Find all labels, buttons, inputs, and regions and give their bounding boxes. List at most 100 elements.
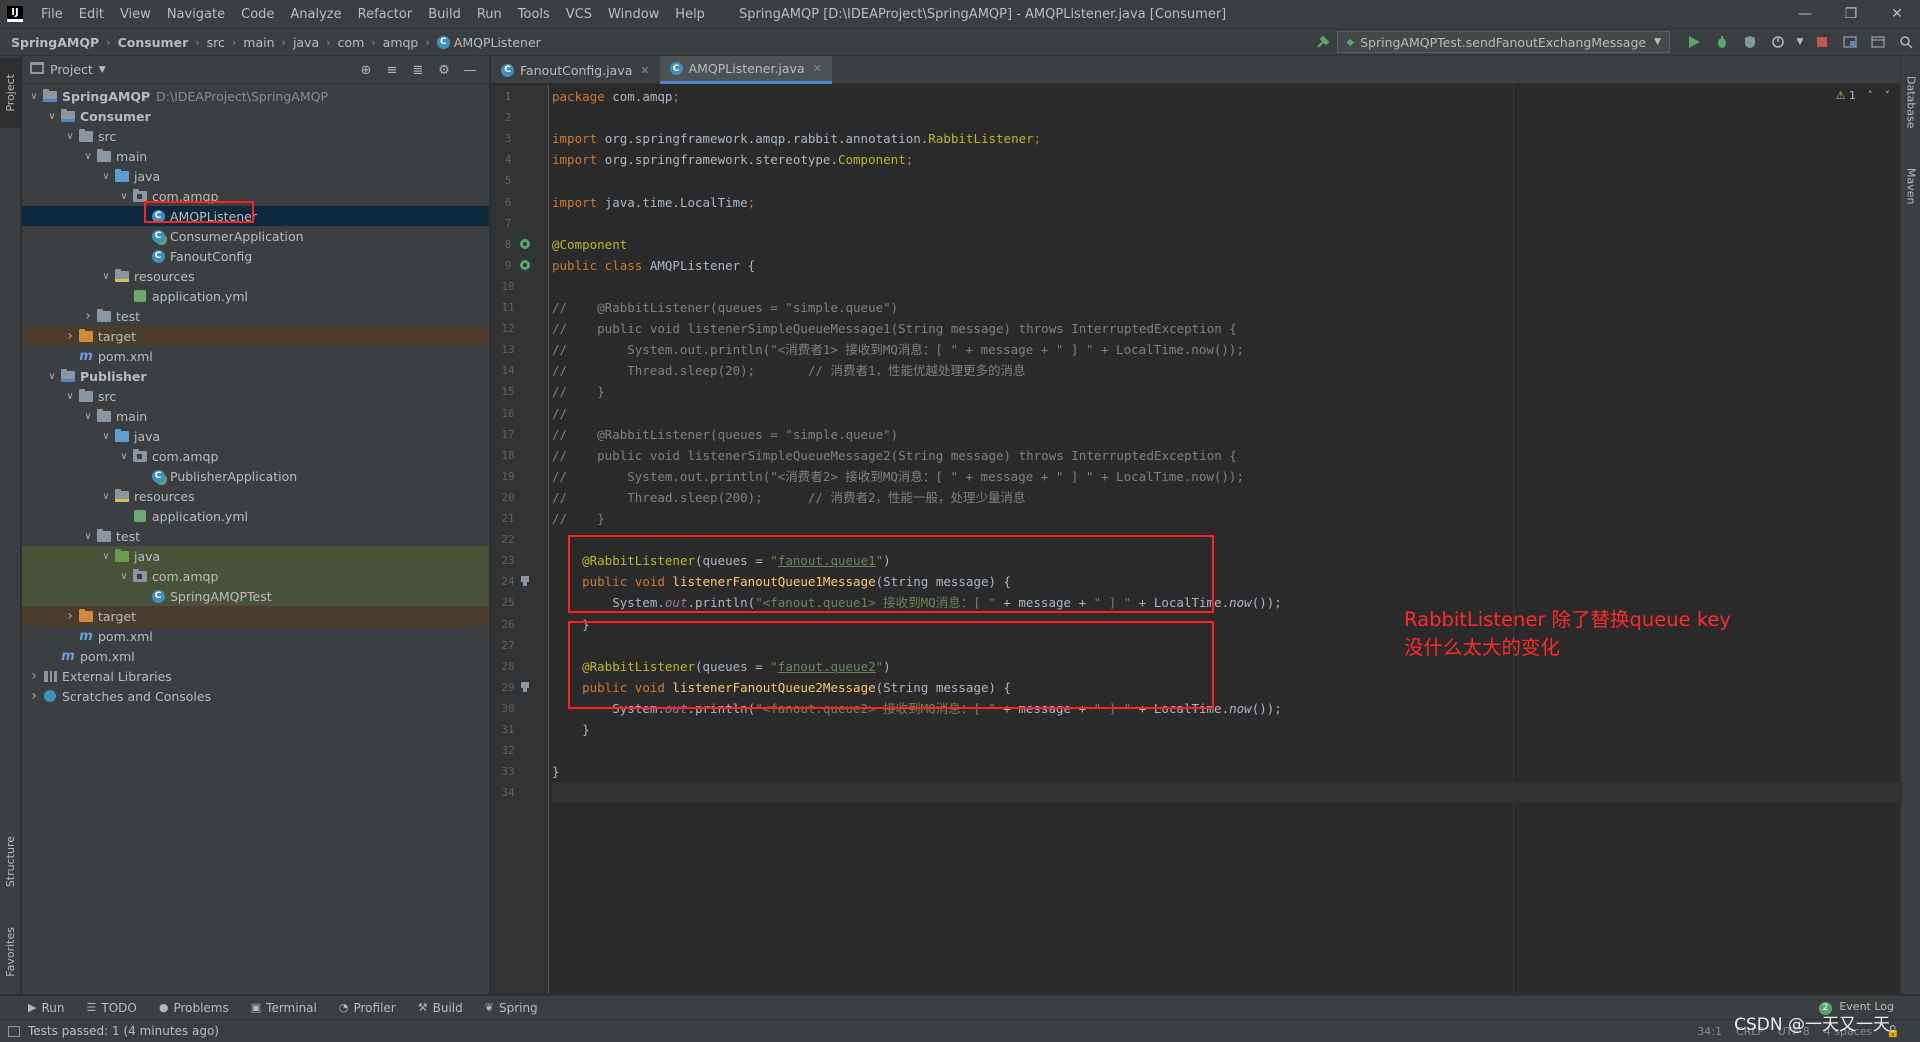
tree-item-springamqptest[interactable]: C SpringAMQPTest <box>22 586 489 606</box>
menu-vcs[interactable]: VCS <box>558 7 600 22</box>
tree-item-springamqp[interactable]: ∨ SpringAMQP D:\IDEAProject\SpringAMQP <box>22 86 489 106</box>
code-editor[interactable]: ⚠ 1 ˄ ˅ package com.amqp; import org.spri… <box>550 85 1902 994</box>
chevron-down-icon[interactable]: ∨ <box>80 406 96 426</box>
tool-tab-favorites[interactable]: Favorites <box>0 916 21 988</box>
expand-all-icon[interactable]: ≡ <box>379 63 405 78</box>
project-view-select[interactable]: Project <box>50 62 93 77</box>
menu-code[interactable]: Code <box>233 7 282 22</box>
breadcrumb-item[interactable]: com <box>335 35 368 50</box>
menu-run[interactable]: Run <box>469 7 510 22</box>
tree-item-consumer[interactable]: ∨ Consumer <box>22 106 489 126</box>
intellij-logo-icon[interactable]: IJ <box>7 6 23 22</box>
tree-item-application-yml[interactable]: application.yml <box>22 506 489 526</box>
tree-item-src[interactable]: ∨ src <box>22 386 489 406</box>
chevron-right-icon[interactable]: › <box>26 686 42 706</box>
tree-item-src[interactable]: ∨ src <box>22 126 489 146</box>
tree-item-target[interactable]: › target <box>22 326 489 346</box>
editor-tab-fanoutconfig-java[interactable]: C FanoutConfig.java ✕ <box>491 56 660 84</box>
tree-item-external-libraries[interactable]: › External Libraries <box>22 666 489 686</box>
tree-item-application-yml[interactable]: application.yml <box>22 286 489 306</box>
menu-file[interactable]: File <box>33 7 71 22</box>
tool-tab-structure[interactable]: Structure <box>0 826 21 898</box>
inspection-widget[interactable]: ⚠ 1 ˄ ˅ <box>1836 89 1890 102</box>
chevron-down-icon[interactable]: ∨ <box>98 546 114 566</box>
breadcrumb-item[interactable]: main <box>240 35 277 50</box>
tree-item-java[interactable]: ∨ java <box>22 546 489 566</box>
chevron-down-icon[interactable]: ∨ <box>98 266 114 286</box>
chevron-right-icon[interactable]: › <box>62 606 78 626</box>
tool-tab-maven[interactable]: Maven <box>1901 156 1920 216</box>
restore-icon[interactable]: ❐ <box>1828 0 1874 28</box>
run-configuration-select[interactable]: ◆ SpringAMQPTest.sendFanoutExchangMessag… <box>1337 31 1670 53</box>
build-hammer-icon[interactable] <box>1311 31 1335 53</box>
tree-item-test[interactable]: › test <box>22 306 489 326</box>
tool-button-problems[interactable]: ● Problems <box>159 1001 229 1015</box>
tool-tab-database[interactable]: Database <box>1901 62 1920 142</box>
search-icon[interactable] <box>1894 31 1918 53</box>
locate-file-icon[interactable]: ⊕ <box>353 63 379 78</box>
chevron-down-icon[interactable]: ∨ <box>98 426 114 446</box>
close-window-icon[interactable]: ✕ <box>1874 0 1920 28</box>
chevron-down-icon[interactable]: ∨ <box>98 486 114 506</box>
tree-item-consumerapplication[interactable]: C ConsumerApplication <box>22 226 489 246</box>
tree-item-com-amqp[interactable]: ∨ com.amqp <box>22 566 489 586</box>
collapse-all-icon[interactable]: ≣ <box>405 63 431 78</box>
status-message[interactable]: Tests passed: 1 (4 minutes ago) <box>28 1024 219 1038</box>
rabbit-listener-icon[interactable] <box>518 574 532 588</box>
menu-tools[interactable]: Tools <box>510 7 558 22</box>
editor-tab-amqplistener-java[interactable]: C AMQPListener.java ✕ <box>659 56 832 84</box>
tree-item-scratches-and-consoles[interactable]: › Scratches and Consoles <box>22 686 489 706</box>
coverage-icon[interactable] <box>1738 31 1762 53</box>
caret-position[interactable]: 34:1 <box>1697 1025 1722 1038</box>
menu-analyze[interactable]: Analyze <box>282 7 349 22</box>
layout-icon[interactable] <box>1866 31 1890 53</box>
chevron-down-icon[interactable]: ∨ <box>44 106 60 126</box>
breadcrumb-item[interactable]: amqp <box>380 35 422 50</box>
breadcrumb-item[interactable]: SpringAMQP <box>8 35 102 50</box>
tree-item-main[interactable]: ∨ main <box>22 146 489 166</box>
chevron-down-icon[interactable]: ∨ <box>62 386 78 406</box>
close-tab-icon[interactable]: ✕ <box>813 62 822 75</box>
chevron-right-icon[interactable]: › <box>80 306 96 326</box>
tool-button-profiler[interactable]: ◔ Profiler <box>339 1001 396 1015</box>
stop-icon[interactable] <box>1810 31 1834 53</box>
tree-item-pom-xml[interactable]: m pom.xml <box>22 346 489 366</box>
close-tab-icon[interactable]: ✕ <box>640 64 649 77</box>
tree-item-test[interactable]: ∨ test <box>22 526 489 546</box>
minimize-icon[interactable]: — <box>1782 0 1828 28</box>
tree-item-publisher[interactable]: ∨ Publisher <box>22 366 489 386</box>
debug-icon[interactable] <box>1710 31 1734 53</box>
tree-item-com-amqp[interactable]: ∨ com.amqp <box>22 186 489 206</box>
menu-refactor[interactable]: Refactor <box>350 7 421 22</box>
project-structure-icon[interactable] <box>1838 31 1862 53</box>
chevron-right-icon[interactable]: › <box>62 326 78 346</box>
tree-item-java[interactable]: ∨ java <box>22 426 489 446</box>
chevron-down-icon[interactable]: ∨ <box>116 446 132 466</box>
breadcrumb-item[interactable]: Consumer <box>115 35 192 50</box>
chevron-down-icon[interactable]: ▼ <box>99 65 106 75</box>
tree-item-amqplistener[interactable]: C AMQPListener <box>22 206 489 226</box>
tree-item-java[interactable]: ∨ java <box>22 166 489 186</box>
settings-gear-icon[interactable]: ⚙ <box>431 63 457 78</box>
tree-item-pom-xml[interactable]: m pom.xml <box>22 626 489 646</box>
tool-button-run[interactable]: ▶ Run <box>28 1001 64 1015</box>
hide-panel-icon[interactable]: — <box>457 63 483 78</box>
tool-button-terminal[interactable]: ▣ Terminal <box>251 1001 317 1015</box>
tree-item-main[interactable]: ∨ main <box>22 406 489 426</box>
tree-item-publisherapplication[interactable]: C PublisherApplication <box>22 466 489 486</box>
tool-tab-project[interactable]: Project <box>0 58 21 128</box>
run-icon[interactable] <box>1682 31 1706 53</box>
tree-item-target[interactable]: › target <box>22 606 489 626</box>
breadcrumb-item[interactable]: C AMQPListener <box>434 35 544 50</box>
tool-button-spring[interactable]: ❦ Spring <box>485 1001 538 1015</box>
chevron-down-icon[interactable]: ∨ <box>62 126 78 146</box>
chevron-down-icon[interactable]: ∨ <box>116 186 132 206</box>
spring-bean-icon[interactable] <box>518 237 532 251</box>
tree-item-fanoutconfig[interactable]: C FanoutConfig <box>22 246 489 266</box>
menu-build[interactable]: Build <box>420 7 469 22</box>
chevron-down-icon[interactable]: ∨ <box>80 526 96 546</box>
breadcrumb-item[interactable]: java <box>290 35 322 50</box>
menu-view[interactable]: View <box>112 7 159 22</box>
rabbit-listener-icon[interactable] <box>518 680 532 694</box>
chevron-down-icon[interactable]: ∨ <box>116 566 132 586</box>
